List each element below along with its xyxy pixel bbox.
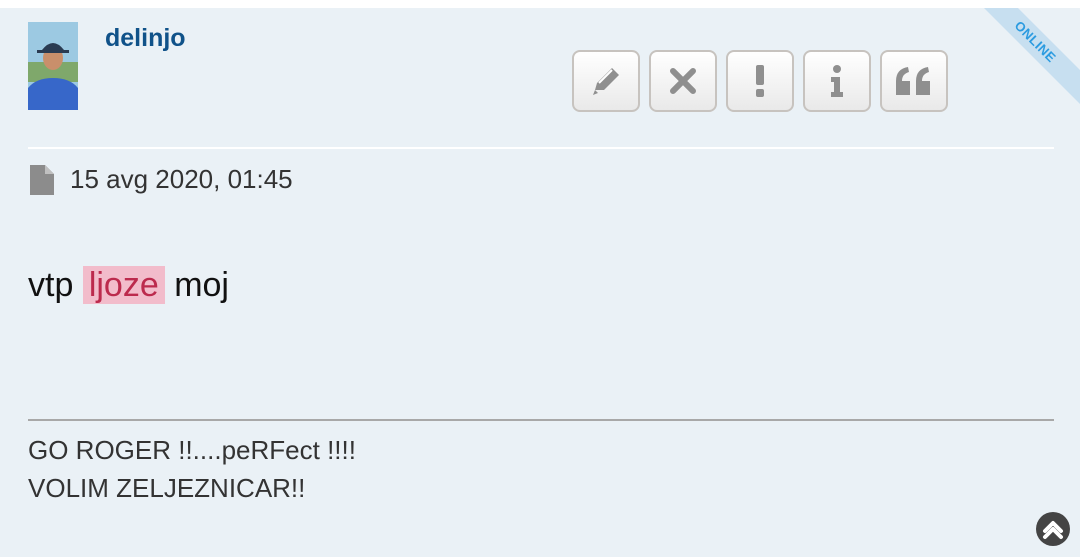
signature-line: VOLIM ZELJEZNICAR!! [28, 473, 306, 503]
quote-icon [896, 67, 930, 95]
info-icon [831, 65, 843, 97]
post-content: vtp ljoze moj [28, 266, 229, 305]
pencil-icon [593, 68, 619, 95]
quote-button[interactable] [880, 50, 948, 112]
info-button[interactable] [803, 50, 871, 112]
post: delinjo ONLINE 15 avg 2020, 01:45 vtp lj… [0, 8, 1080, 557]
header-divider [28, 147, 1054, 149]
post-meta: 15 avg 2020, 01:45 [30, 164, 293, 195]
username[interactable]: delinjo [105, 24, 186, 53]
signature: GO ROGER !!....peRFect !!!! VOLIM ZELJEZ… [28, 431, 356, 507]
online-ribbon: ONLINE [966, 8, 1080, 111]
highlighted-word: ljoze [82, 266, 165, 304]
exclamation-icon [756, 65, 764, 97]
chevron-up-icon [1043, 521, 1063, 539]
avatar[interactable] [28, 22, 78, 110]
close-icon [670, 68, 696, 94]
content-text: moj [174, 266, 229, 304]
content-text: vtp [28, 266, 74, 304]
edit-button[interactable] [572, 50, 640, 112]
report-button[interactable] [726, 50, 794, 112]
post-actions [572, 50, 948, 112]
signature-line: GO ROGER !!....peRFect !!!! [28, 435, 356, 465]
file-icon [30, 164, 54, 195]
signature-divider [28, 419, 1054, 421]
delete-button[interactable] [649, 50, 717, 112]
post-date: 15 avg 2020, 01:45 [70, 164, 293, 194]
back-to-top-button[interactable] [1036, 512, 1070, 546]
